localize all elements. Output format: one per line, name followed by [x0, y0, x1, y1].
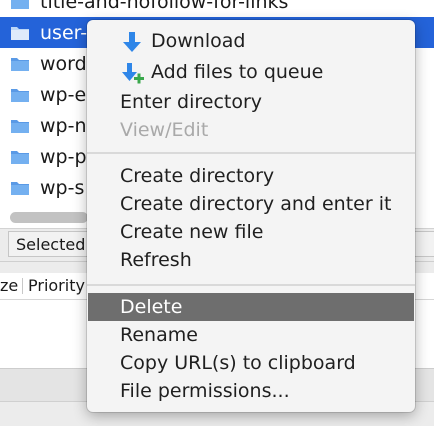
download-arrow-icon	[120, 30, 144, 54]
menu-item-download[interactable]: Download	[87, 27, 415, 55]
menu-item-delete[interactable]: Delete	[88, 293, 414, 321]
menu-item-file-permissions[interactable]: File permissions...	[87, 377, 415, 405]
menu-item-label: Add files to queue	[151, 61, 324, 83]
folder-icon	[11, 25, 29, 40]
column-divider	[22, 278, 23, 294]
menu-item-label: Delete	[120, 296, 183, 318]
folder-icon	[11, 118, 29, 133]
menu-item-label: Download	[151, 30, 246, 52]
menu-item-label: Create new file	[120, 221, 264, 243]
file-name: word	[40, 52, 87, 75]
folder-icon	[11, 87, 29, 102]
menu-item-copy-url[interactable]: Copy URL(s) to clipboard	[87, 349, 415, 377]
menu-item-create-file[interactable]: Create new file	[87, 218, 415, 246]
menu-item-label: Enter directory	[120, 91, 263, 113]
menu-item-rename[interactable]: Rename	[87, 321, 415, 349]
folder-icon	[11, 180, 29, 195]
menu-item-refresh[interactable]: Refresh	[87, 246, 415, 274]
context-menu: Download Add files to queue Enter direct…	[87, 20, 415, 412]
menu-item-label: Create directory and enter it	[120, 193, 392, 215]
file-name: title-and-nofollow-for-links	[40, 0, 289, 13]
menu-item-create-directory[interactable]: Create directory	[87, 162, 415, 190]
menu-item-add-to-queue[interactable]: Add files to queue	[87, 58, 415, 86]
menu-item-label: View/Edit	[120, 119, 209, 141]
file-row[interactable]: title-and-nofollow-for-links	[0, 0, 434, 17]
queue-column-priority[interactable]: Priority	[28, 273, 85, 299]
menu-separator	[87, 152, 415, 154]
menu-item-view-edit: View/Edit	[87, 116, 415, 144]
menu-separator	[87, 284, 415, 286]
file-name: wp-s	[40, 176, 85, 199]
menu-item-label: Rename	[120, 324, 198, 346]
file-name: wp-e	[40, 83, 87, 106]
menu-item-create-directory-enter[interactable]: Create directory and enter it	[87, 190, 415, 218]
menu-item-label: Copy URL(s) to clipboard	[120, 352, 356, 374]
menu-item-label: Create directory	[120, 165, 275, 187]
file-name: wp-n	[40, 114, 87, 137]
file-name: wp-p	[40, 145, 87, 168]
queue-column-size[interactable]: ze	[0, 273, 18, 299]
folder-icon	[11, 0, 29, 9]
ftp-client-window: title-and-nofollow-for-links user- word …	[0, 0, 434, 426]
add-to-queue-icon	[120, 61, 144, 85]
menu-item-enter-directory[interactable]: Enter directory	[87, 88, 415, 116]
menu-item-label: Refresh	[120, 249, 192, 271]
folder-icon	[11, 56, 29, 71]
file-name: user-	[40, 21, 88, 44]
menu-item-label: File permissions...	[120, 380, 290, 402]
horizontal-scrollbar-thumb[interactable]	[10, 212, 88, 223]
folder-icon	[11, 149, 29, 164]
